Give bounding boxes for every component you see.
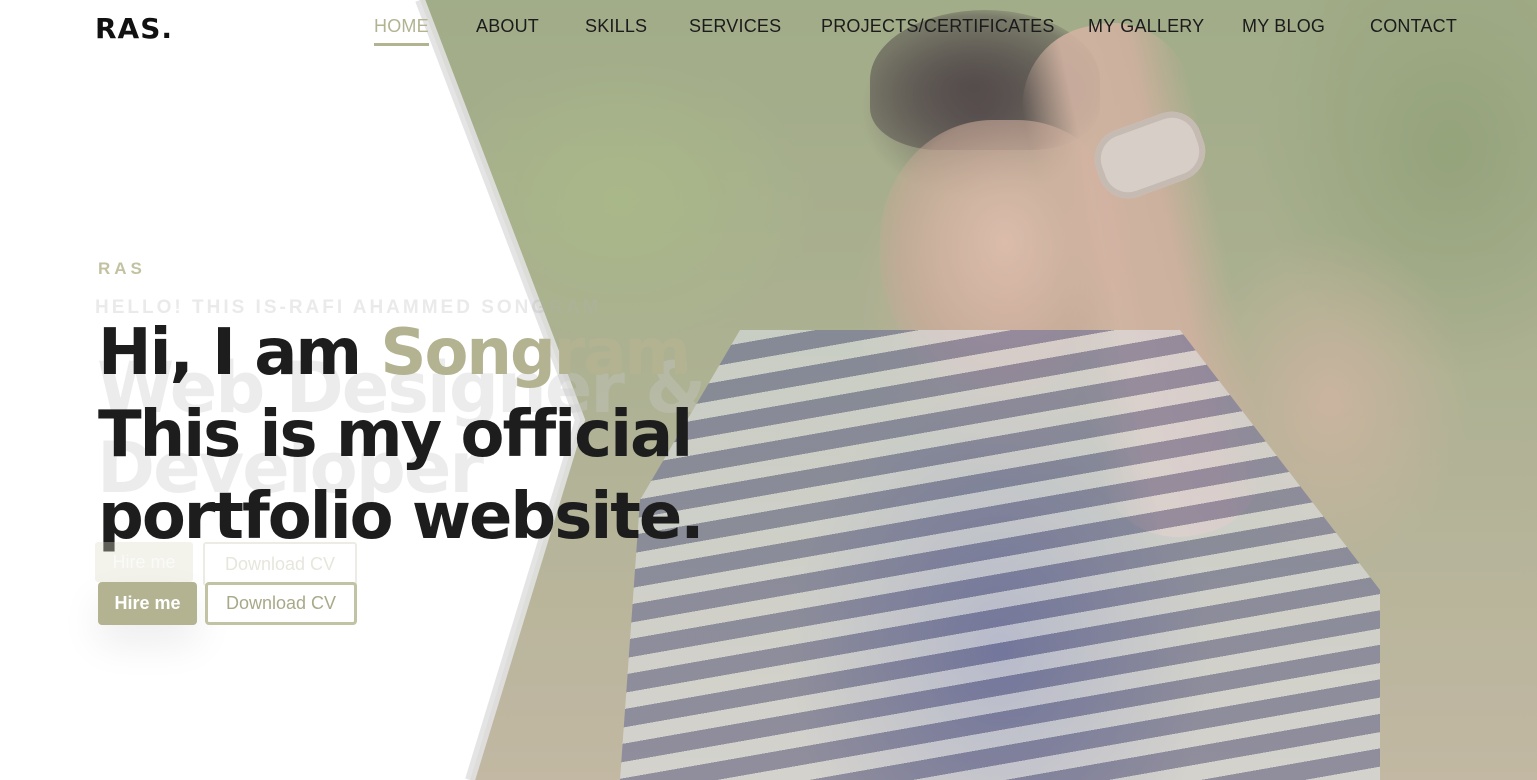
nav-my-gallery[interactable]: MY GALLERY [1088,16,1204,37]
download-cv-button[interactable]: Download CV [205,582,357,625]
nav-home[interactable]: HOME [374,16,429,46]
photo-striped-shirt [620,330,1380,780]
nav-my-blog[interactable]: MY BLOG [1242,16,1325,37]
nav-projects-certificates[interactable]: PROJECTS/CERTIFICATES [821,16,1055,37]
headline-line2: This is my official [98,398,693,472]
nav-about[interactable]: ABOUT [476,16,539,37]
hire-me-button[interactable]: Hire me [98,582,197,625]
main-nav: HOME ABOUT SKILLS SERVICES PROJECTS/CERT… [0,16,1537,46]
hero-kicker: RAS [98,259,146,278]
headline-name: Songram [380,316,691,390]
headline-greeting: Hi, I am [98,316,381,390]
headline-line1: Hi, I am Songram [98,312,703,394]
hero-headline: Hi, I am Songram This is my official por… [98,312,705,558]
nav-services[interactable]: SERVICES [689,16,781,37]
ghost-download-cv-button: Download CV [203,542,357,586]
nav-skills[interactable]: SKILLS [585,16,647,37]
ghost-hire-button: Hire me [95,542,193,582]
nav-contact[interactable]: CONTACT [1370,16,1457,37]
